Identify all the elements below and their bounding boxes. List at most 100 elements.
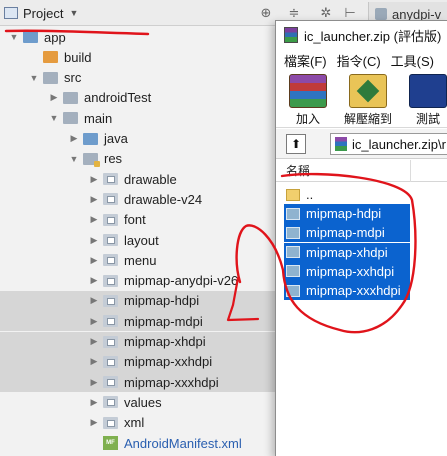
extract-to-button[interactable]: 解壓縮到 bbox=[340, 74, 396, 127]
archive-folder-row[interactable]: mipmap-xxxhdpi bbox=[284, 281, 410, 300]
expand-arrow-icon[interactable]: ▼ bbox=[28, 73, 40, 83]
project-view-icon bbox=[4, 7, 18, 19]
folder-icon bbox=[43, 71, 58, 84]
expand-arrow-icon[interactable]: ▼ bbox=[8, 32, 20, 42]
tree-item-label: res bbox=[104, 151, 123, 167]
extract-to-button-label: 解壓縮到 bbox=[343, 112, 392, 126]
tree-item-label: drawable-v24 bbox=[124, 191, 203, 207]
archive-path-field[interactable]: ic_launcher.zip\r bbox=[330, 133, 447, 155]
archive-item-label: mipmap-mdpi bbox=[306, 225, 385, 241]
folder-icon bbox=[286, 207, 300, 220]
res-folder-icon bbox=[103, 254, 118, 267]
res-folder-icon bbox=[103, 193, 118, 206]
archive-file-list: 名稱 .. mipmap-hdpi mipmap-mdpi mipmap-xhdpi m… bbox=[276, 160, 447, 456]
winrar-window: ic_launcher.zip (評估版) 檔案(F) 指令(C) 工具(S) … bbox=[275, 20, 447, 456]
project-view-label: Project bbox=[23, 5, 64, 21]
gear-icon[interactable]: ✲ bbox=[318, 5, 334, 21]
up-one-level-button[interactable]: ⬆ bbox=[286, 134, 306, 154]
archive-folder-row[interactable]: mipmap-xhdpi bbox=[284, 242, 410, 262]
test-button-label: 測試 bbox=[415, 112, 440, 126]
tree-item-label: app bbox=[44, 29, 66, 45]
tree-item-label: build bbox=[64, 49, 92, 65]
archive-item-label: mipmap-xhdpi bbox=[306, 244, 388, 260]
tree-item-label: mipmap-xxhdpi bbox=[124, 354, 213, 370]
collapse-arrow-icon[interactable]: ▶ bbox=[88, 174, 100, 185]
tree-item-label: font bbox=[124, 212, 146, 228]
archive-folder-row[interactable]: mipmap-mdpi bbox=[284, 223, 410, 243]
winrar-app-icon bbox=[284, 27, 298, 43]
column-header-name[interactable]: 名稱 bbox=[276, 160, 447, 182]
add-button-label: 加入 bbox=[295, 112, 320, 126]
menu-tools[interactable]: 工具(S) bbox=[391, 51, 434, 70]
tree-item-label: xml bbox=[124, 415, 145, 431]
tree-item-label: mipmap-mdpi bbox=[124, 313, 203, 329]
tree-item-label: main bbox=[84, 110, 113, 126]
collapse-arrow-icon[interactable]: ▶ bbox=[88, 377, 100, 388]
folder-icon bbox=[286, 246, 300, 259]
tree-item-label: mipmap-xxxhdpi bbox=[124, 374, 219, 390]
locate-target-icon[interactable]: ⊕ bbox=[258, 5, 274, 21]
res-folder-icon bbox=[103, 213, 118, 226]
folder-icon bbox=[286, 265, 300, 278]
folder-icon bbox=[286, 226, 300, 239]
tree-item-label: values bbox=[124, 394, 162, 410]
res-folder-icon bbox=[103, 173, 118, 186]
folder-blue-icon bbox=[83, 132, 98, 145]
menu-commands[interactable]: 指令(C) bbox=[337, 51, 381, 70]
folder-icon bbox=[286, 284, 300, 297]
winrar-title: ic_launcher.zip (評估版) bbox=[304, 28, 442, 44]
manifest-file-icon: MF bbox=[103, 436, 118, 450]
collapse-arrow-icon[interactable]: ▶ bbox=[88, 214, 100, 225]
hide-panel-icon[interactable]: ⊢ bbox=[342, 5, 358, 21]
collapse-arrow-icon[interactable]: ▶ bbox=[88, 336, 100, 347]
collapse-arrow-icon[interactable]: ▶ bbox=[88, 316, 100, 327]
collapse-arrow-icon[interactable]: ▶ bbox=[68, 133, 80, 144]
res-folder-icon bbox=[103, 274, 118, 287]
collapse-all-icon[interactable]: ≑ bbox=[286, 5, 302, 21]
archive-folder-row[interactable]: mipmap-hdpi bbox=[284, 204, 410, 224]
tree-item-label: drawable bbox=[124, 171, 177, 187]
folder-icon bbox=[63, 112, 78, 125]
tree-item-label: mipmap-xhdpi bbox=[124, 334, 206, 349]
test-button[interactable]: 測試 bbox=[400, 74, 447, 127]
tree-item-label: src bbox=[64, 70, 82, 86]
res-folder-icon bbox=[103, 335, 118, 348]
tree-item-label: mipmap-anydpi-v26 bbox=[124, 273, 239, 289]
collapse-arrow-icon[interactable]: ▶ bbox=[88, 295, 100, 306]
res-folder-icon bbox=[103, 315, 118, 328]
winrar-address-bar: ⬆ ic_launcher.zip\r bbox=[276, 129, 447, 159]
collapse-arrow-icon[interactable]: ▶ bbox=[88, 417, 100, 428]
folder-icon bbox=[63, 91, 78, 104]
parent-folder-icon bbox=[286, 188, 300, 201]
winrar-title-bar[interactable]: ic_launcher.zip (評估版) bbox=[276, 21, 447, 49]
parent-directory-row[interactable]: .. bbox=[284, 185, 410, 204]
add-button[interactable]: 加入 bbox=[280, 74, 336, 127]
collapse-arrow-icon[interactable]: ▶ bbox=[88, 275, 100, 286]
extract-to-icon bbox=[349, 74, 387, 108]
res-folder-icon bbox=[103, 396, 118, 409]
collapse-arrow-icon[interactable]: ▶ bbox=[88, 356, 100, 367]
res-folder-icon bbox=[103, 294, 118, 307]
archive-item-label: .. bbox=[306, 187, 314, 202]
archive-item-label: mipmap-hdpi bbox=[306, 206, 382, 222]
folder-orange-icon bbox=[43, 51, 58, 64]
collapse-arrow-icon[interactable]: ▶ bbox=[88, 255, 100, 266]
tree-item-label: mipmap-hdpi bbox=[124, 293, 200, 309]
res-folder-icon bbox=[103, 416, 118, 429]
tree-item-label: AndroidManifest.xml bbox=[124, 435, 242, 451]
zip-archive-icon bbox=[335, 137, 347, 151]
menu-file[interactable]: 檔案(F) bbox=[284, 51, 327, 70]
archive-folder-row[interactable]: mipmap-xxhdpi bbox=[284, 261, 410, 281]
collapse-arrow-icon[interactable]: ▶ bbox=[88, 194, 100, 205]
test-archive-icon bbox=[409, 74, 447, 108]
collapse-arrow-icon[interactable]: ▶ bbox=[88, 235, 100, 246]
archive-path-text: ic_launcher.zip\r bbox=[352, 136, 446, 152]
expand-arrow-icon[interactable]: ▼ bbox=[68, 154, 80, 164]
project-view-selector[interactable]: Project ▼ bbox=[4, 5, 78, 21]
add-archive-icon bbox=[289, 74, 327, 108]
collapse-arrow-icon[interactable]: ▶ bbox=[48, 92, 60, 103]
expand-arrow-icon[interactable]: ▼ bbox=[48, 113, 60, 123]
folder-blue-icon bbox=[23, 31, 38, 43]
xml-file-icon bbox=[375, 8, 387, 20]
collapse-arrow-icon[interactable]: ▶ bbox=[88, 397, 100, 408]
